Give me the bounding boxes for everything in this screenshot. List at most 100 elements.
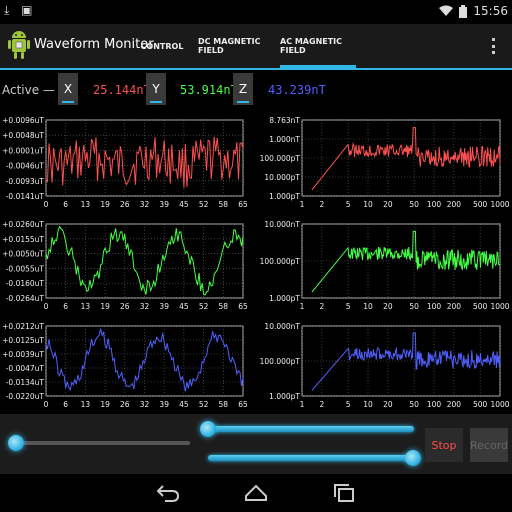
status-bar-right: 15:56 [439, 4, 508, 18]
bottom-slider-thumb[interactable] [405, 450, 421, 466]
action-bar: Waveform Monitor CONTROL DC MAGNETIC FIE… [0, 24, 512, 68]
x-tick-label: 26 [120, 400, 130, 409]
x-tick-label: 32 [140, 200, 150, 209]
x-tick-label: 26 [120, 302, 130, 311]
spectrum-plot-x: 8.763nT 1.000nT 100.000pT 10.000pT 1.000pT1 2… [260, 116, 510, 209]
time-waveform-plot-z: +0.0212uT +0.0125uT +0.0039uT -0.0047uT -0.0… [2, 322, 248, 409]
time-waveform-plot-x: +0.0096uT +0.0048uT +0.0001uT -0.0046uT -0.0… [2, 116, 248, 209]
x-tick-label: 19 [100, 400, 110, 409]
x-tick-label: 200 [447, 400, 462, 409]
overflow-menu-icon[interactable] [490, 38, 496, 54]
y-tick-label: -0.0046uT [6, 162, 45, 171]
channel-x-active-mark [62, 101, 74, 103]
stop-button[interactable]: Stop [425, 428, 463, 462]
wifi-icon [439, 5, 454, 16]
channel-y-toggle[interactable]: Y [146, 73, 166, 105]
y-tick-label: +0.0125uT [2, 336, 44, 345]
x-tick-label: 58 [219, 302, 229, 311]
y-tick-label: -0.0220uT [6, 392, 45, 401]
left-slider-thumb[interactable] [8, 435, 24, 451]
x-tick-label: 20 [383, 200, 393, 209]
record-button[interactable]: Record [470, 428, 508, 462]
x-tick-label: 39 [159, 200, 169, 209]
status-clock: 15:56 [473, 4, 508, 18]
spectrum-plot-z: 10.000nT 100.000pT 1.000pT1 2 5 10 20 50 100 200 5… [260, 322, 510, 409]
x-tick-label: 52 [199, 200, 209, 209]
channel-z-active-mark [237, 101, 249, 103]
tab-dc-label: DC MAGNETIC FIELD [198, 37, 261, 55]
top-slider-thumb[interactable] [200, 421, 216, 437]
x-tick-label: 1 [300, 400, 305, 409]
x-tick-label: 45 [179, 400, 189, 409]
tab-control[interactable]: CONTROL [136, 24, 188, 68]
x-tick-label: 500 [473, 302, 488, 311]
y-tick-label: +0.0050uT [2, 250, 44, 259]
recents-icon[interactable] [330, 480, 358, 506]
y-tick-label: 1.000pT [269, 392, 300, 401]
x-tick-label: 45 [179, 302, 189, 311]
y-tick-label: -0.0264uT [6, 294, 45, 303]
y-tick-label: -0.0093uT [6, 177, 45, 186]
x-tick-label: 1 [300, 200, 305, 209]
x-tick-label: 500 [473, 400, 488, 409]
x-tick-label: 20 [383, 302, 393, 311]
active-label: Active — [2, 83, 55, 97]
x-tick-label: 1000 [490, 302, 509, 311]
top-slider-track[interactable] [208, 426, 414, 432]
y-tick-label: -0.0055uT [6, 264, 45, 273]
x-tick-label: 65 [238, 302, 248, 311]
y-tick-label: +0.0260uT [2, 220, 44, 229]
x-tick-label: 1000 [490, 200, 509, 209]
channel-y-key: Y [152, 82, 160, 96]
y-tick-label: 10.000pT [264, 173, 300, 182]
tab-control-label: CONTROL [140, 41, 184, 51]
channel-z-toggle[interactable]: Z [233, 73, 253, 105]
tab-ac-label: AC MAGNETIC FIELD [280, 37, 343, 55]
tab-ac-magnetic-field[interactable]: AC MAGNETIC FIELD [280, 24, 356, 68]
left-slider-track[interactable] [8, 441, 190, 445]
tab-dc-magnetic-field[interactable]: DC MAGNETIC FIELD [198, 24, 280, 68]
x-tick-label: 39 [159, 302, 169, 311]
channel-z-key: Z [238, 82, 248, 96]
plot-area [45, 119, 244, 197]
x-tick-label: 6 [63, 302, 68, 311]
y-tick-label: 8.763nT [269, 116, 300, 125]
channel-x-key: X [63, 82, 73, 96]
y-tick-label: 1.000nT [269, 135, 300, 144]
y-tick-label: 1.000pT [269, 192, 300, 201]
y-tick-label: 100.000pT [260, 154, 301, 163]
x-tick-label: 5 [346, 400, 351, 409]
x-tick-label: 200 [447, 302, 462, 311]
channel-bar: Active — X 25.144nT Y 53.914nT Z 43.239n… [0, 70, 512, 110]
bottom-slider-track[interactable] [208, 455, 414, 461]
channel-x-value: 25.144nT [93, 83, 151, 97]
x-tick-label: 500 [473, 200, 488, 209]
y-tick-label: 10.000nT [264, 220, 300, 229]
time-waveform-plot-y: +0.0260uT +0.0155uT +0.0050uT -0.0055uT -0.0… [2, 220, 248, 311]
x-tick-label: 100 [427, 302, 442, 311]
x-tick-label: 6 [63, 400, 68, 409]
channel-y-active-mark [150, 101, 162, 103]
x-tick-label: 10 [363, 400, 373, 409]
x-tick-label: 58 [219, 200, 229, 209]
x-tick-label: 6 [63, 200, 68, 209]
x-tick-label: 2 [319, 302, 324, 311]
x-tick-label: 19 [100, 302, 110, 311]
x-tick-label: 45 [179, 200, 189, 209]
x-tick-label: 13 [81, 302, 91, 311]
x-tick-label: 1 [300, 302, 305, 311]
battery-icon [459, 4, 468, 18]
y-tick-label: +0.0212uT [2, 322, 44, 331]
back-icon[interactable] [154, 480, 182, 506]
home-icon[interactable] [242, 480, 270, 506]
y-tick-label: -0.0141uT [6, 192, 45, 201]
y-tick-label: +0.0001uT [2, 146, 44, 155]
x-tick-label: 10 [363, 200, 373, 209]
x-tick-label: 32 [140, 400, 150, 409]
x-tick-label: 50 [409, 200, 419, 209]
x-tick-label: 13 [81, 400, 91, 409]
x-tick-label: 20 [383, 400, 393, 409]
channel-x-toggle[interactable]: X [58, 73, 78, 105]
y-tick-label: 100.000pT [260, 257, 301, 266]
spectrum-plot-y: 10.000nT 100.000pT 1.000pT1 2 5 10 20 50 100 200 5… [260, 220, 510, 311]
